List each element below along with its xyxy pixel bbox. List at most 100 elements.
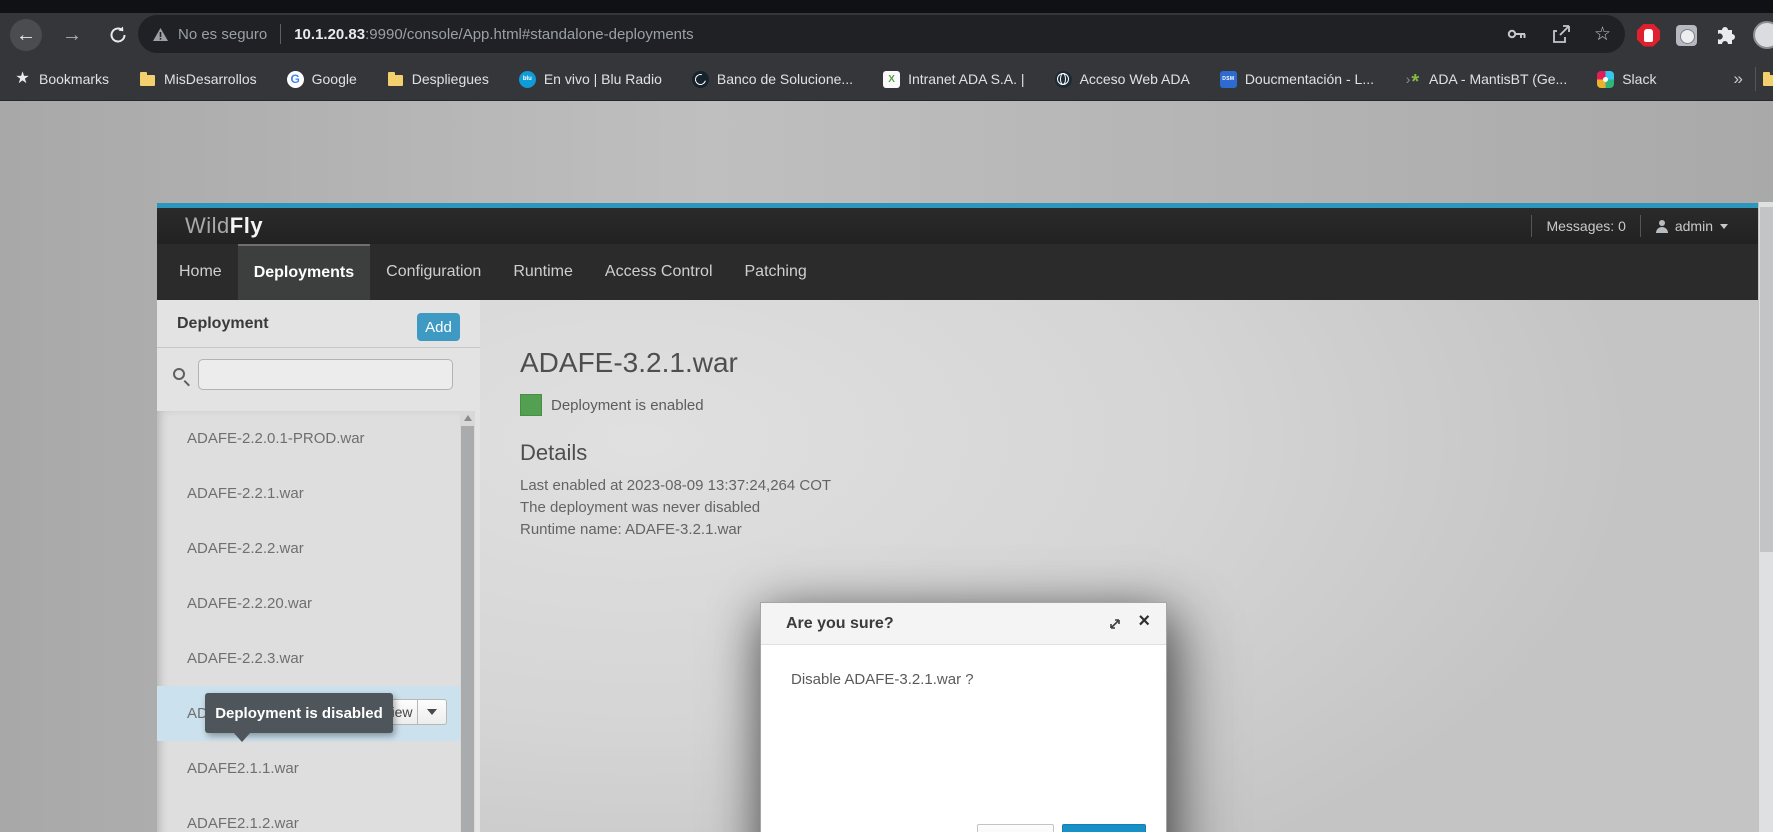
reload-button[interactable] bbox=[102, 19, 134, 51]
bookmarks-bar: Bookmarks MisDesarrollos Google Desplieg… bbox=[0, 57, 1773, 101]
bookmark-item[interactable]: Bookmarks bbox=[14, 71, 109, 88]
deployment-list-item[interactable]: ADAFE-2.2.2.war bbox=[157, 521, 460, 576]
console-header: WildFly Messages: 0 admin bbox=[157, 208, 1758, 244]
deployment-list-item[interactable]: ADAFE-2.2.20.war bbox=[157, 576, 460, 631]
bookmark-star-icon[interactable]: ☆ bbox=[1594, 25, 1611, 44]
url-path: :9990/console/App.html#standalone-deploy… bbox=[365, 26, 694, 43]
bookmark-favicon bbox=[692, 71, 709, 88]
deployment-list-item[interactable]: ADAFE2.1.2.war bbox=[157, 796, 460, 832]
bookmark-label: Slack bbox=[1622, 71, 1656, 87]
browser-page-scrollbar[interactable] bbox=[1758, 202, 1773, 832]
dialog-title: Are you sure? bbox=[786, 615, 894, 633]
details-heading: Details bbox=[520, 440, 1758, 466]
deployment-list: ADAFE-2.2.0.1-PROD.war ADAFE-2.2.1.war A… bbox=[157, 411, 460, 832]
bookmark-item[interactable]: En vivo | Blu Radio bbox=[519, 71, 662, 88]
deployment-list-item[interactable]: ADAFE-2.2.3.war bbox=[157, 631, 460, 686]
bookmark-item[interactable]: Banco de Solucione... bbox=[692, 71, 853, 88]
nav-tab[interactable]: Deployments bbox=[238, 244, 370, 300]
bookmark-favicon bbox=[14, 71, 31, 88]
screen: ← → No es seguro 10.1.20.83:9990/console… bbox=[0, 0, 1773, 832]
deployment-list-item[interactable]: ADAFE-2.2.1.war bbox=[157, 466, 460, 521]
logo-wild: Wild bbox=[185, 213, 230, 238]
nav-tab[interactable]: Configuration bbox=[370, 244, 497, 300]
browser-page-scrollbar-thumb[interactable] bbox=[1760, 207, 1773, 552]
nav-tab[interactable]: Home bbox=[163, 244, 238, 300]
bookmark-item[interactable]: Slack bbox=[1597, 71, 1656, 88]
password-key-icon[interactable] bbox=[1506, 23, 1528, 45]
dialog-message: Disable ADAFE-3.2.1.war ? bbox=[791, 671, 1166, 688]
cancel-button[interactable]: Cancel bbox=[977, 824, 1054, 832]
share-icon[interactable] bbox=[1550, 23, 1572, 45]
nav-tab[interactable]: Patching bbox=[729, 244, 823, 300]
deployment-item-label: ADAFE-2.2.2.war bbox=[187, 540, 304, 557]
gray-extension-icon[interactable] bbox=[1676, 25, 1697, 46]
nav-tab-label: Home bbox=[179, 263, 222, 281]
back-button[interactable]: ← bbox=[10, 19, 42, 51]
deployment-search-input[interactable] bbox=[198, 359, 453, 390]
url-host: 10.1.20.83 bbox=[294, 26, 365, 43]
bookmarks-overflow-chevron[interactable]: » bbox=[1734, 69, 1743, 89]
sidebar-title: Deployment bbox=[177, 315, 269, 333]
dialog-header[interactable]: Are you sure? × bbox=[761, 603, 1166, 645]
deployment-title: ADAFE-3.2.1.war bbox=[520, 348, 1758, 378]
dialog-close-icon[interactable]: × bbox=[1138, 611, 1150, 631]
bookmark-favicon bbox=[387, 71, 404, 88]
deployment-list-item[interactable]: ADAFE2.1.1.war bbox=[157, 741, 460, 796]
user-person-icon bbox=[1655, 220, 1669, 233]
wildfly-logo: WildFly bbox=[185, 213, 263, 239]
sidebar-search-row bbox=[157, 348, 480, 410]
not-secure-warning-icon bbox=[152, 27, 169, 42]
nav-tab-label: Deployments bbox=[254, 264, 354, 282]
reload-icon bbox=[108, 25, 128, 45]
enabled-status-square-icon bbox=[520, 394, 542, 416]
bookmark-label: Intranet ADA S.A. | bbox=[908, 71, 1024, 87]
wildfly-console: WildFly Messages: 0 admin Home Deploymen… bbox=[157, 203, 1758, 832]
bookmark-favicon bbox=[1404, 71, 1421, 88]
detail-line-runtime-name: Runtime name: ADAFE-3.2.1.war bbox=[520, 519, 1758, 541]
nav-tab[interactable]: Access Control bbox=[589, 244, 729, 300]
view-dropdown-caret-button[interactable] bbox=[418, 699, 447, 725]
dialog-maximize-icon[interactable] bbox=[1108, 617, 1122, 631]
other-bookmarks-folder-icon[interactable] bbox=[1762, 71, 1773, 88]
deployment-item-label: ADAFE-2.2.0.1-PROD.war bbox=[187, 430, 365, 447]
adblock-extension-icon[interactable] bbox=[1637, 24, 1660, 47]
add-deployment-button[interactable]: Add bbox=[417, 313, 460, 341]
sidebar-scrollbar[interactable] bbox=[460, 411, 475, 832]
console-nav: Home Deployments Configuration Runtime A… bbox=[157, 244, 1758, 300]
bookmark-label: Despliegues bbox=[412, 71, 489, 87]
nav-tab[interactable]: Runtime bbox=[497, 244, 589, 300]
messages-link[interactable]: Messages: 0 bbox=[1546, 218, 1625, 234]
forward-button[interactable]: → bbox=[56, 19, 88, 51]
url-bar[interactable]: No es seguro 10.1.20.83:9990/console/App… bbox=[138, 15, 1625, 53]
user-menu-caret-icon[interactable] bbox=[1720, 224, 1728, 229]
deployment-disabled-tooltip: Deployment is disabled bbox=[205, 693, 393, 733]
nav-tab-label: Patching bbox=[745, 263, 807, 281]
bookmark-favicon bbox=[883, 71, 900, 88]
bookmark-favicon bbox=[287, 71, 304, 88]
deployment-item-label: ADAFE-2.2.3.war bbox=[187, 650, 304, 667]
bookmark-label: Doucmentación - L... bbox=[1245, 71, 1374, 87]
dialog-buttons: Cancel Confirm bbox=[977, 824, 1146, 832]
bookmark-item[interactable]: Despliegues bbox=[387, 71, 489, 88]
bookmark-item[interactable]: Doucmentación - L... bbox=[1220, 71, 1374, 88]
user-menu-label[interactable]: admin bbox=[1675, 218, 1713, 234]
extensions-puzzle-icon[interactable] bbox=[1713, 23, 1737, 47]
header-separator bbox=[1640, 215, 1641, 237]
security-label[interactable]: No es seguro bbox=[178, 26, 267, 43]
scrollbar-up-arrow-icon[interactable] bbox=[460, 411, 475, 425]
bookmark-item[interactable]: MisDesarrollos bbox=[139, 71, 257, 88]
profile-avatar[interactable] bbox=[1753, 21, 1773, 49]
deployment-item-label: ADAFE2.1.1.war bbox=[187, 760, 299, 777]
sidebar-scrollbar-thumb[interactable] bbox=[461, 426, 474, 832]
deployment-item-label: ADAFE-2.2.1.war bbox=[187, 485, 304, 502]
bookmark-item[interactable]: Intranet ADA S.A. | bbox=[883, 71, 1024, 88]
bookmark-item[interactable]: Acceso Web ADA bbox=[1055, 71, 1190, 88]
url-text[interactable]: 10.1.20.83:9990/console/App.html#standal… bbox=[294, 26, 693, 43]
bookmark-label: Banco de Solucione... bbox=[717, 71, 853, 87]
confirm-button[interactable]: Confirm bbox=[1062, 824, 1146, 832]
bookmark-item[interactable]: ADA - MantisBT (Ge... bbox=[1404, 71, 1567, 88]
bookmark-item[interactable]: Google bbox=[287, 71, 357, 88]
deployment-list-item[interactable]: ADAFE-2.2.0.1-PROD.war bbox=[157, 411, 460, 466]
bookmark-label: ADA - MantisBT (Ge... bbox=[1429, 71, 1567, 87]
console-body: Deployment Add ADAFE-2.2.0.1-PROD.war AD… bbox=[157, 300, 1758, 832]
